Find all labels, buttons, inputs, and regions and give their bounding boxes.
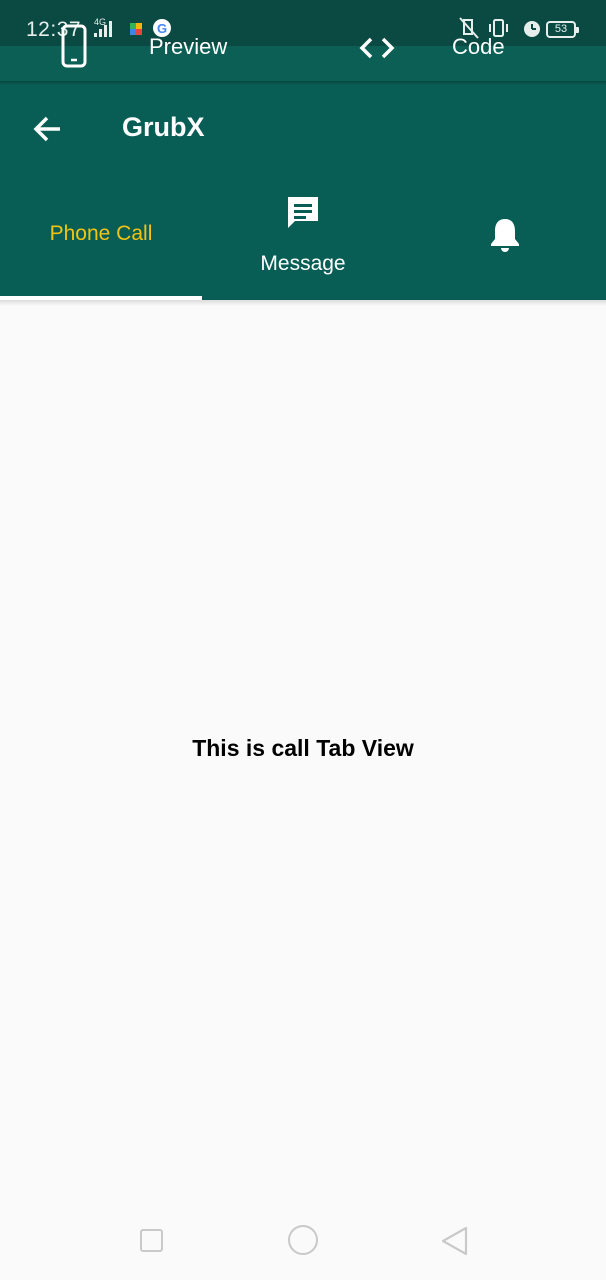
- app-bar: GrubX Phone Call Message: [0, 85, 606, 300]
- code-tab[interactable]: Code: [452, 34, 505, 60]
- battery-icon: 53: [546, 21, 579, 38]
- screen: 12:37 4G G 53 Preview Code GrubX Phone C…: [0, 0, 606, 1280]
- recents-button[interactable]: [140, 1229, 163, 1252]
- back-button[interactable]: [440, 1226, 470, 1256]
- tab-message-label: Message: [260, 252, 346, 275]
- app-title: GrubX: [122, 112, 205, 142]
- arrow-back-icon[interactable]: [32, 113, 64, 145]
- play-store-icon: [130, 23, 142, 35]
- message-icon: [288, 197, 318, 228]
- code-brackets-icon[interactable]: [359, 36, 395, 60]
- bell-icon: [491, 219, 519, 252]
- tab-phone-call-label: Phone Call: [49, 222, 153, 245]
- status-bar: 12:37 4G G 53: [0, 0, 606, 46]
- home-button[interactable]: [288, 1225, 318, 1255]
- app-bar-shadow: [0, 300, 606, 306]
- tab-view-text: This is call Tab View: [192, 735, 414, 761]
- alarm-icon: [524, 21, 540, 37]
- tab-message[interactable]: Message: [202, 181, 404, 295]
- tab-phone-call[interactable]: Phone Call: [0, 181, 202, 295]
- phone-device-icon[interactable]: [60, 24, 88, 68]
- preview-tab[interactable]: Preview: [149, 34, 227, 60]
- preview-bar: [0, 46, 606, 81]
- tab-notifications[interactable]: [404, 181, 606, 295]
